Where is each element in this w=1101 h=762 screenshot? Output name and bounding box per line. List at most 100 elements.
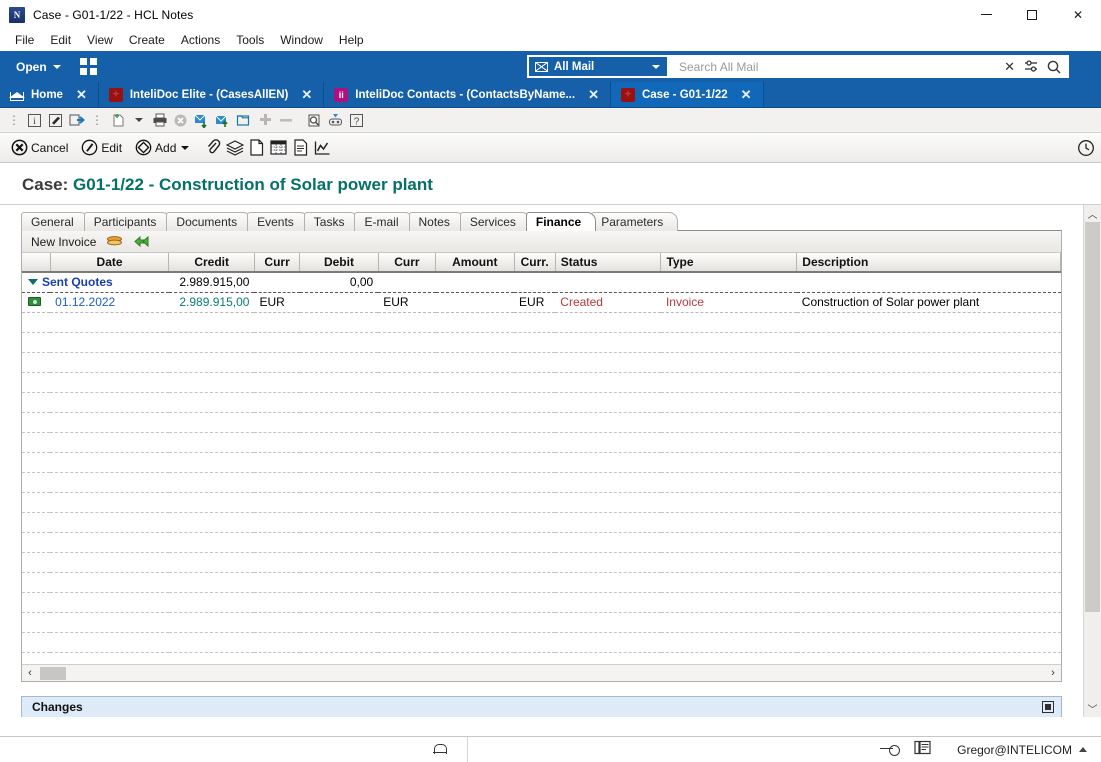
menu-edit[interactable]: Edit: [42, 30, 79, 50]
workspace-tab-case[interactable]: ✦ Case - G01-1/22 ✕: [610, 82, 764, 107]
search-input[interactable]: [679, 59, 996, 74]
tab-finance[interactable]: Finance: [525, 212, 597, 231]
clear-icon[interactable]: ✕: [1004, 59, 1015, 75]
column-header-type[interactable]: Type: [660, 253, 798, 273]
maximize-button[interactable]: [1009, 0, 1055, 29]
column-header-status[interactable]: Status: [555, 253, 662, 273]
column-header-icon[interactable]: [22, 253, 51, 273]
filter-icon[interactable]: [1024, 60, 1038, 73]
horizontal-scrollbar[interactable]: ‹ ›: [22, 664, 1061, 681]
close-icon[interactable]: ✕: [588, 87, 599, 103]
table-group-row[interactable]: Sent Quotes 2.989.915,00 0,00: [22, 272, 1061, 293]
cancel-button[interactable]: Cancel: [6, 137, 73, 158]
table-empty-row[interactable]: [22, 612, 1061, 633]
table-empty-row[interactable]: [22, 312, 1061, 333]
table-empty-row[interactable]: [22, 472, 1061, 493]
money-stack-icon[interactable]: [106, 234, 123, 249]
green-arrows-icon[interactable]: [133, 234, 150, 249]
toolbar-grip[interactable]: ⋮: [5, 113, 23, 127]
column-header-date[interactable]: Date: [50, 253, 170, 273]
expand-icon[interactable]: [1042, 701, 1054, 713]
menu-create[interactable]: Create: [121, 30, 173, 50]
tab-parameters[interactable]: Parameters: [591, 212, 679, 231]
close-icon[interactable]: ✕: [301, 87, 312, 103]
print-icon[interactable]: [150, 111, 169, 130]
table-empty-row[interactable]: [22, 452, 1061, 473]
new-document-icon[interactable]: [108, 111, 127, 130]
column-header-description[interactable]: Description: [796, 253, 1061, 273]
menu-help[interactable]: Help: [331, 30, 372, 50]
tab-notes[interactable]: Notes: [408, 212, 465, 231]
menu-file[interactable]: File: [7, 30, 42, 50]
close-icon[interactable]: ✕: [741, 87, 752, 103]
tab-services[interactable]: Services: [459, 212, 531, 231]
table-empty-row[interactable]: [22, 592, 1061, 613]
table-empty-row[interactable]: [22, 332, 1061, 353]
workspace-tab-home[interactable]: Home ✕: [0, 82, 99, 107]
remove-icon[interactable]: [276, 111, 295, 130]
mail-scope-selector[interactable]: All Mail: [527, 55, 669, 78]
attachment-icon[interactable]: [203, 138, 222, 157]
edit-document-icon[interactable]: [46, 111, 65, 130]
delete-icon[interactable]: [171, 111, 190, 130]
table-row[interactable]: 01.12.2022 2.989.915,00 EUR EUR EUR Crea…: [22, 292, 1061, 312]
column-header-amount[interactable]: Amount: [435, 253, 515, 273]
move-to-folder-icon[interactable]: [192, 111, 211, 130]
table-empty-row[interactable]: [22, 412, 1061, 433]
column-header-curr1[interactable]: Curr: [254, 253, 301, 273]
toolbar-grip[interactable]: ⋮: [88, 113, 106, 127]
workspace-tab-intelidoc-elite[interactable]: ✦ InteliDoc Elite - (CasesAllEN) ✕: [99, 82, 325, 107]
table-icon[interactable]: [269, 138, 288, 157]
scroll-right-icon[interactable]: ›: [1045, 667, 1061, 679]
menu-tools[interactable]: Tools: [228, 30, 272, 50]
vertical-scrollbar[interactable]: ︿ ﹀: [1083, 205, 1101, 717]
apps-grid-icon[interactable]: [79, 58, 97, 75]
column-header-debit[interactable]: Debit: [299, 253, 379, 273]
table-empty-row[interactable]: [22, 512, 1061, 533]
server-icon[interactable]: [914, 740, 931, 760]
scroll-left-icon[interactable]: ‹: [22, 667, 38, 679]
scroll-up-icon[interactable]: ︿: [1084, 205, 1101, 222]
workspace-tab-intelidoc-contacts[interactable]: ii InteliDoc Contacts - (ContactsByName.…: [324, 82, 611, 107]
bookmark-icon[interactable]: [326, 111, 345, 130]
close-icon[interactable]: ✕: [76, 87, 87, 103]
hscroll-thumb[interactable]: [40, 667, 66, 680]
scroll-down-icon[interactable]: ﹀: [1084, 700, 1101, 717]
vscroll-thumb[interactable]: [1085, 222, 1100, 612]
page-icon[interactable]: [247, 138, 266, 157]
new-invoice-button[interactable]: New Invoice: [31, 235, 96, 249]
tab-email[interactable]: E-mail: [354, 212, 414, 231]
folder-icon[interactable]: [234, 111, 253, 130]
search-doc-icon[interactable]: [305, 111, 324, 130]
table-empty-row[interactable]: [22, 352, 1061, 373]
close-button[interactable]: ✕: [1055, 0, 1101, 29]
layers-icon[interactable]: [225, 138, 244, 157]
table-empty-row[interactable]: [22, 532, 1061, 553]
table-empty-row[interactable]: [22, 572, 1061, 593]
menu-window[interactable]: Window: [272, 30, 331, 50]
tab-tasks[interactable]: Tasks: [303, 212, 360, 231]
changes-section-header[interactable]: Changes: [21, 696, 1062, 717]
add-icon[interactable]: [255, 111, 274, 130]
chart-icon[interactable]: [313, 138, 332, 157]
table-empty-row[interactable]: [22, 372, 1061, 393]
column-header-curr2[interactable]: Curr: [378, 253, 437, 273]
open-button[interactable]: Open: [11, 57, 66, 77]
add-button[interactable]: Add: [130, 137, 194, 158]
column-header-curr3[interactable]: Curr.: [514, 253, 556, 273]
minimize-button[interactable]: [963, 0, 1009, 29]
copy-to-folder-icon[interactable]: [213, 111, 232, 130]
search-icon[interactable]: [1047, 60, 1061, 74]
tab-events[interactable]: Events: [247, 212, 309, 231]
menu-actions[interactable]: Actions: [173, 30, 228, 50]
table-empty-row[interactable]: [22, 392, 1061, 413]
table-empty-row[interactable]: [22, 492, 1061, 513]
key-icon[interactable]: [880, 744, 901, 756]
table-empty-row[interactable]: [22, 632, 1061, 653]
document-icon[interactable]: [291, 138, 310, 157]
group-toggle[interactable]: Sent Quotes: [28, 275, 164, 289]
user-account[interactable]: Gregor@INTELICOM: [945, 743, 1095, 757]
table-empty-row[interactable]: [22, 552, 1061, 573]
clock-icon[interactable]: [1076, 138, 1095, 157]
help-icon[interactable]: ?: [347, 111, 366, 130]
